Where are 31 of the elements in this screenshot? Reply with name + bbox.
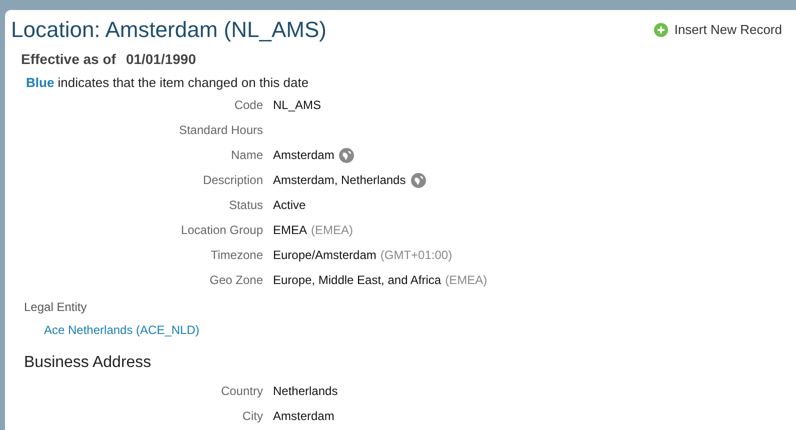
field-label: Status	[228, 197, 263, 214]
effective-date: 01/01/1990	[126, 50, 196, 69]
page-title: Location: Amsterdam (NL_AMS)	[10, 16, 326, 44]
field-label: Standard Hours	[178, 122, 263, 139]
field-value: Europe/Amsterdam	[273, 247, 376, 264]
field-note: (EMEA)	[311, 222, 354, 239]
insert-record-button[interactable]: Insert New Record	[654, 20, 782, 40]
field-value: NL_AMS	[273, 97, 322, 114]
field-value: Active	[273, 197, 306, 214]
field-value: EMEA	[273, 222, 308, 239]
field-label: City	[241, 408, 263, 425]
field-note: (GMT+01:00)	[380, 247, 452, 264]
field-value: Amsterdam, Netherlands	[273, 172, 406, 189]
field-value: Amsterdam	[273, 147, 334, 164]
field-label: Description	[202, 172, 263, 189]
field-label: Name	[230, 147, 263, 164]
add-icon	[654, 22, 668, 37]
field-value: Amsterdam	[273, 408, 334, 425]
effective-label: Effective as of	[21, 50, 116, 69]
legal-entity-link[interactable]: Ace Netherlands (ACE_NLD)	[44, 320, 200, 338]
field-label: Code	[233, 97, 263, 114]
legal-entity-label: Legal Entity	[23, 298, 88, 316]
field-value: Europe, Middle East, and Africa	[273, 272, 442, 289]
legend-text: Blue indicates that the item changed on this date	[25, 74, 310, 92]
field-label: Geo Zone	[208, 272, 263, 289]
field-label: Location Group	[180, 222, 263, 239]
section-heading: Business Address	[23, 352, 152, 372]
field-value: Netherlands	[273, 383, 338, 400]
field-label: Country	[220, 383, 263, 400]
field-note: (EMEA)	[445, 272, 488, 289]
field-label: Timezone	[210, 247, 263, 264]
